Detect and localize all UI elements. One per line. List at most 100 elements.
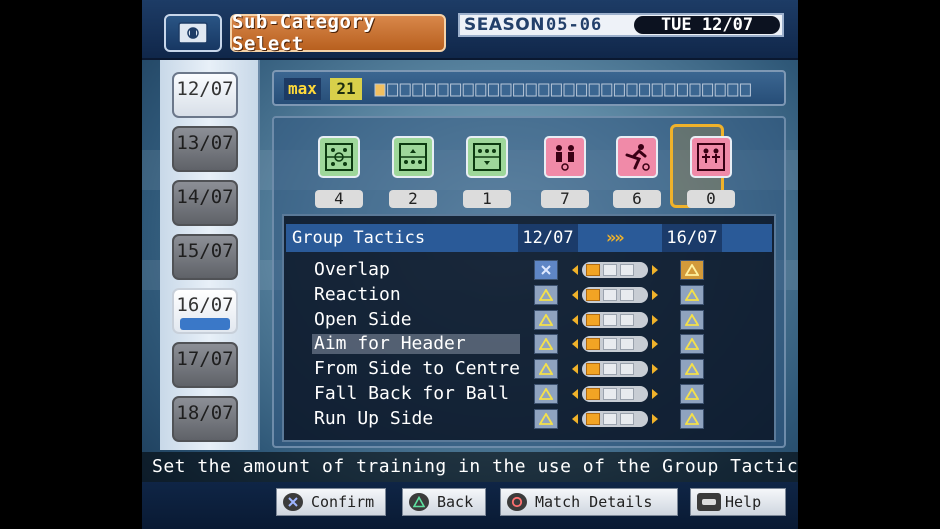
category-button[interactable] — [544, 136, 586, 178]
increase-arrow-icon[interactable] — [652, 389, 658, 399]
date-button[interactable]: 14/07 — [172, 180, 238, 226]
tactic-row[interactable]: From Side to Centre — [284, 357, 774, 381]
tactic-row[interactable]: Overlap — [284, 258, 774, 282]
training-slot — [399, 83, 411, 97]
date-column: 12/07 13/07 14/07 15/07 16/07 17/07 18/07 — [160, 60, 260, 450]
current-rating — [534, 260, 558, 280]
date-label: 12/07 — [176, 78, 234, 100]
help-button[interactable]: Help — [690, 488, 786, 516]
level-segment — [586, 313, 600, 326]
season-info: SEASON 05-06 TUE 12/07 — [458, 13, 784, 37]
training-slot — [550, 83, 562, 97]
training-level-selector[interactable] — [572, 361, 658, 378]
training-slot — [676, 83, 688, 97]
training-slot — [424, 83, 436, 97]
from-date: 12/07 — [518, 224, 578, 252]
category-count: 4 — [315, 190, 363, 208]
projected-rating — [680, 359, 704, 380]
decrease-arrow-icon[interactable] — [572, 265, 578, 275]
category-count: 2 — [389, 190, 437, 208]
tactic-row[interactable]: Reaction — [284, 283, 774, 307]
match-details-button[interactable]: Match Details — [500, 488, 678, 516]
training-slot — [588, 83, 600, 97]
confirm-button[interactable]: Confirm — [276, 488, 386, 516]
decrease-arrow-icon[interactable] — [572, 413, 578, 424]
training-level-selector[interactable] — [572, 386, 658, 402]
date-button[interactable]: 17/07 — [172, 342, 238, 388]
increase-arrow-icon[interactable] — [652, 314, 658, 325]
category-button[interactable] — [392, 136, 434, 178]
confirm-label: Confirm — [311, 493, 375, 511]
season-label: SEASON — [464, 15, 545, 35]
triangle-mark-icon — [685, 313, 699, 326]
formation-icon — [325, 143, 353, 171]
tactic-row[interactable]: Aim for Header — [284, 332, 774, 356]
date-button[interactable]: 18/07 — [172, 396, 238, 442]
projected-rating — [680, 309, 704, 330]
triangle-button-icon — [409, 493, 429, 511]
level-segment — [586, 363, 600, 376]
tactic-row[interactable]: Open Side — [284, 308, 774, 332]
level-segment — [620, 288, 634, 301]
date-arrow: »» — [606, 228, 625, 248]
date-label: 15/07 — [176, 240, 234, 262]
top-bar: Sub-Category Select SEASON 05-06 TUE 12/… — [142, 0, 798, 60]
triangle-mark-icon — [539, 388, 553, 400]
decrease-arrow-icon[interactable] — [572, 364, 578, 375]
decrease-arrow-icon[interactable] — [572, 389, 578, 399]
increase-arrow-icon[interactable] — [652, 289, 658, 300]
projected-rating — [680, 260, 704, 280]
selected-day-marker — [180, 318, 230, 330]
projected-rating — [680, 384, 704, 404]
training-slot — [689, 83, 701, 97]
date-button[interactable]: 16/07 — [172, 288, 238, 334]
increase-arrow-icon[interactable] — [652, 265, 658, 275]
training-level-selector[interactable] — [572, 262, 658, 278]
current-date: TUE 12/07 — [634, 16, 780, 34]
category-count: 6 — [613, 190, 661, 208]
back-button[interactable]: Back — [402, 488, 486, 516]
triangle-mark-icon — [539, 338, 553, 351]
category-button[interactable] — [318, 136, 360, 178]
projected-rating — [680, 408, 704, 429]
date-button[interactable]: 12/07 — [172, 72, 238, 118]
tactic-name: Fall Back for Ball — [314, 383, 510, 404]
training-level-selector[interactable] — [572, 311, 658, 328]
date-button[interactable]: 15/07 — [172, 234, 238, 280]
training-slot — [576, 83, 588, 97]
date-button[interactable]: 13/07 — [172, 126, 238, 172]
menu-button[interactable] — [164, 14, 222, 52]
training-board-icon — [178, 22, 208, 44]
tactic-name: Overlap — [314, 259, 390, 280]
max-label: max — [284, 78, 321, 100]
category-button[interactable] — [616, 136, 658, 178]
game-screen: Sub-Category Select SEASON 05-06 TUE 12/… — [142, 0, 798, 529]
tactic-row[interactable]: Fall Back for Ball — [284, 382, 774, 406]
to-date: 16/07 — [662, 224, 722, 252]
increase-arrow-icon[interactable] — [652, 364, 658, 375]
formation-defence-icon — [473, 143, 501, 171]
tactic-name: Reaction — [314, 283, 401, 305]
training-slot — [626, 83, 638, 97]
decrease-arrow-icon[interactable] — [572, 314, 578, 325]
training-slot — [613, 83, 625, 97]
increase-arrow-icon[interactable] — [652, 339, 658, 350]
training-level-selector[interactable] — [572, 286, 658, 303]
training-slot — [739, 83, 751, 97]
increase-arrow-icon[interactable] — [652, 413, 658, 424]
training-level-selector[interactable] — [572, 410, 658, 427]
triangle-mark-icon — [539, 363, 553, 376]
date-label: 13/07 — [176, 132, 234, 154]
decrease-arrow-icon[interactable] — [572, 339, 578, 350]
category-button[interactable] — [466, 136, 508, 178]
max-value: 21 — [330, 78, 362, 100]
tactic-row[interactable]: Run Up Side — [284, 407, 774, 431]
training-slot — [664, 83, 676, 97]
training-slot — [500, 83, 512, 97]
category-button[interactable] — [690, 136, 732, 178]
decrease-arrow-icon[interactable] — [572, 289, 578, 300]
training-level-selector[interactable] — [572, 336, 658, 353]
level-segment — [603, 363, 617, 376]
subcategory-select-button[interactable]: Sub-Category Select — [230, 11, 446, 55]
date-label: 16/07 — [176, 294, 234, 316]
